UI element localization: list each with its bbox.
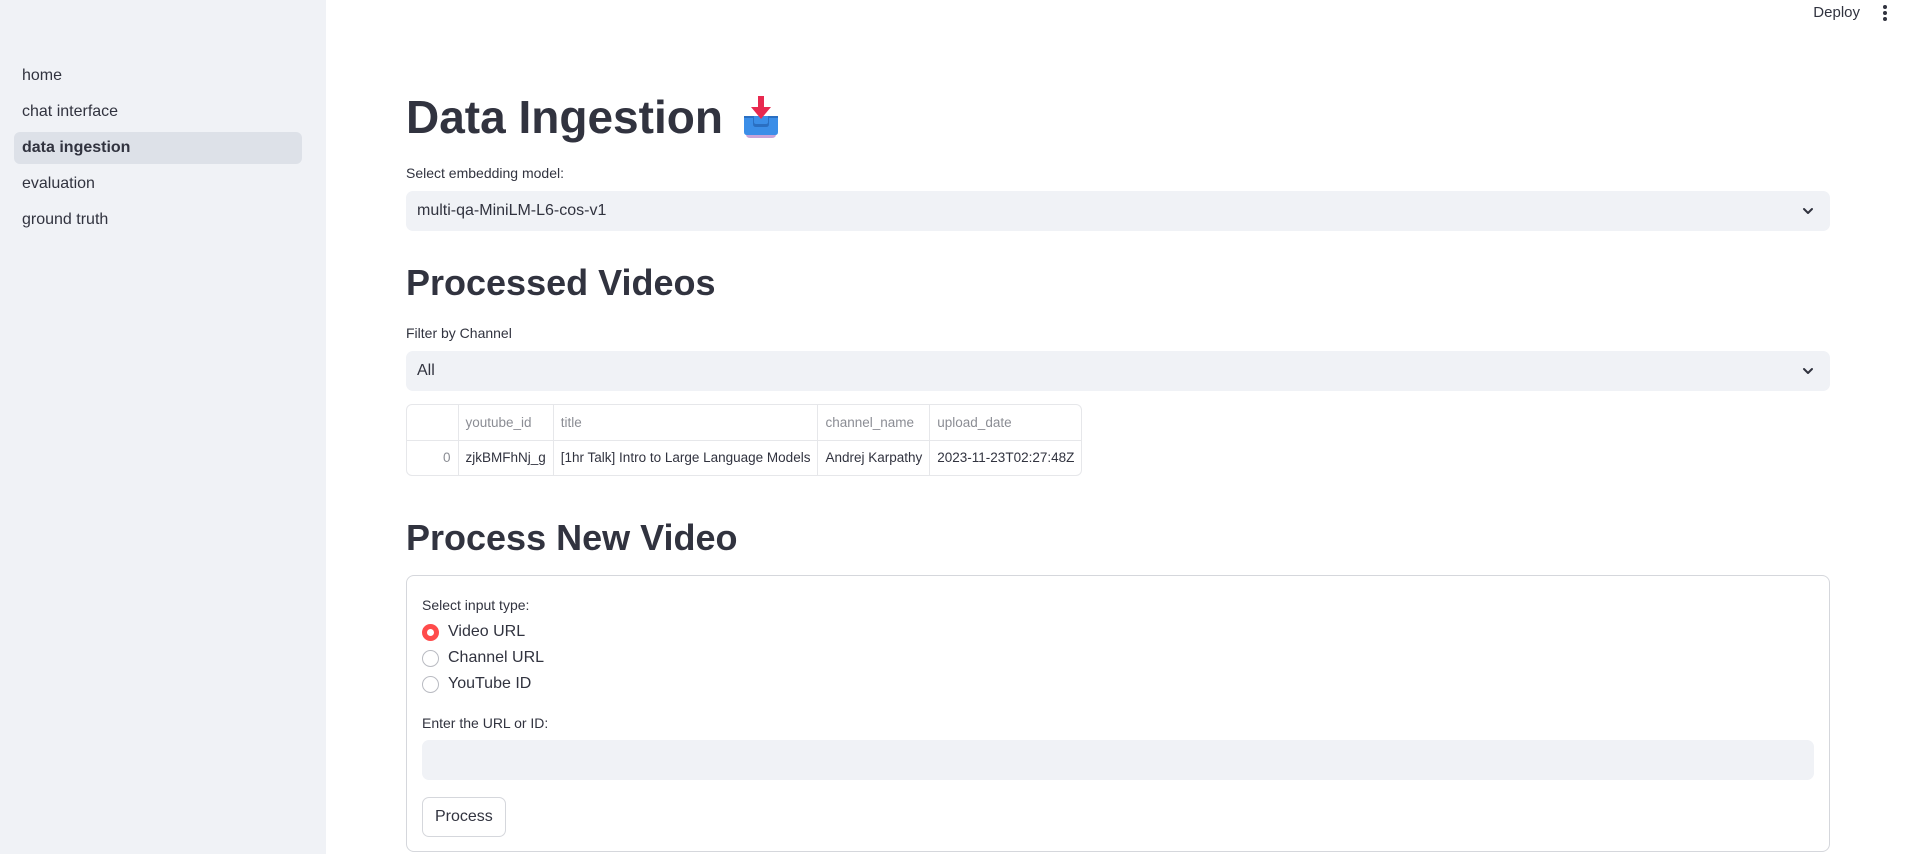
page-title-wrap: Data Ingestion [406, 90, 781, 144]
filter-channel-value: All [417, 362, 435, 379]
column-header-index[interactable] [407, 405, 459, 441]
youtube-id-cell[interactable]: zjkBMFhNj_g [458, 440, 554, 475]
sidebar-item-home[interactable]: home [14, 60, 302, 92]
processed-videos-table[interactable]: youtube_id title channel_name upload_dat… [406, 404, 1083, 476]
radio-video-url[interactable]: Video URL [422, 623, 525, 641]
embedding-model-value: multi-qa-MiniLM-L6-cos-v1 [417, 202, 607, 219]
process-new-video-heading: Process New Video [406, 517, 738, 558]
sidebar-item-chat-interface[interactable]: chat interface [14, 96, 302, 128]
process-video-form: Select input type: Video URL Channel URL… [406, 575, 1830, 852]
filter-channel-label: Filter by Channel [406, 325, 512, 341]
inbox-tray-icon [741, 94, 781, 140]
channel-name-cell[interactable]: Andrej Karpathy [817, 440, 931, 475]
embedding-model-label: Select embedding model: [406, 165, 564, 181]
filter-channel-select[interactable]: All [406, 351, 1830, 391]
radio-label: Channel URL [448, 649, 545, 666]
input-type-label: Select input type: [422, 597, 530, 613]
chevron-down-icon [1803, 368, 1813, 374]
column-header-youtube-id[interactable]: youtube_id [458, 405, 554, 441]
table-row: 0 zjkBMFhNj_g [1hr Talk] Intro to Large … [407, 440, 1081, 475]
embedding-model-select[interactable]: multi-qa-MiniLM-L6-cos-v1 [406, 191, 1830, 231]
chevron-down-icon [1803, 208, 1813, 214]
sidebar-nav: home chat interface data ingestion evalu… [14, 60, 302, 240]
column-header-upload-date[interactable]: upload_date [929, 405, 1082, 441]
kebab-menu-icon[interactable] [1880, 4, 1890, 22]
sidebar-item-evaluation[interactable]: evaluation [14, 168, 302, 200]
sidebar-item-data-ingestion[interactable]: data ingestion [14, 132, 302, 164]
radio-channel-url[interactable]: Channel URL [422, 649, 544, 667]
radio-button[interactable] [422, 675, 439, 693]
url-input-label: Enter the URL or ID: [422, 715, 549, 731]
radio-button-checked[interactable] [422, 623, 439, 641]
row-index-cell[interactable]: 0 [407, 440, 459, 475]
app-header: Deploy [326, 0, 1906, 26]
sidebar: home chat interface data ingestion evalu… [0, 0, 326, 854]
url-input[interactable] [422, 740, 1814, 780]
column-header-channel-name[interactable]: channel_name [817, 405, 931, 441]
radio-button[interactable] [422, 649, 439, 667]
sidebar-item-ground-truth[interactable]: ground truth [14, 204, 302, 236]
processed-videos-heading: Processed Videos [406, 262, 716, 303]
column-header-title[interactable]: title [553, 405, 819, 441]
page-title: Data Ingestion [406, 91, 723, 143]
radio-label: YouTube ID [448, 675, 532, 692]
deploy-button[interactable]: Deploy [1813, 4, 1860, 21]
process-button[interactable]: Process [422, 797, 506, 837]
title-cell[interactable]: [1hr Talk] Intro to Large Language Model… [553, 440, 819, 475]
upload-date-cell[interactable]: 2023-11-23T02:27:48Z [930, 440, 1082, 475]
radio-label: Video URL [448, 623, 526, 640]
radio-youtube-id[interactable]: YouTube ID [422, 675, 531, 693]
table-header-row: youtube_id title channel_name upload_dat… [407, 405, 1082, 441]
